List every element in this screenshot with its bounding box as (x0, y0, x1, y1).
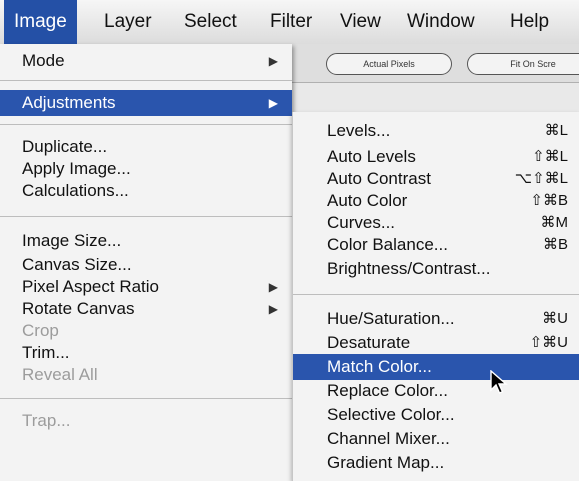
menu-item-desaturate[interactable]: Desaturate ⇧⌘U (293, 330, 579, 356)
shortcut-label: ⌘B (542, 236, 568, 253)
menu-item-gradient-map[interactable]: Gradient Map... (293, 450, 579, 476)
menu-item-label: Replace Color... (327, 381, 448, 400)
menu-help[interactable]: Help (510, 0, 549, 44)
menu-separator (0, 398, 292, 399)
menu-item-mode[interactable]: Mode ▶ (0, 48, 292, 74)
shortcut-label: ⌘U (542, 310, 568, 327)
menu-item-image-size[interactable]: Image Size... (0, 228, 292, 254)
menu-item-label: Levels... (327, 121, 391, 140)
menu-item-levels[interactable]: Levels... ⌘L (293, 118, 579, 144)
menu-item-label: Canvas Size... (22, 255, 132, 274)
mouse-pointer-icon (490, 370, 508, 394)
menu-item-selective-color[interactable]: Selective Color... (293, 402, 579, 428)
menu-item-label: Apply Image... (22, 159, 131, 178)
image-menu: Mode ▶ Adjustments ▶ Duplicate... Apply … (0, 44, 292, 481)
menu-item-label: Auto Contrast (327, 169, 431, 188)
menu-separator (0, 80, 292, 81)
menu-item-label: Selective Color... (327, 405, 455, 424)
menu-item-label: Rotate Canvas (22, 299, 135, 318)
menu-layer[interactable]: Layer (104, 0, 152, 44)
menu-select[interactable]: Select (184, 0, 237, 44)
shortcut-label: ⇧⌘U (529, 334, 568, 351)
fit-on-screen-button[interactable]: Fit On Scre (467, 53, 579, 75)
menu-item-label: Pixel Aspect Ratio (22, 277, 160, 296)
submenu-arrow-icon: ▶ (268, 96, 278, 110)
menu-item-channel-mixer[interactable]: Channel Mixer... (293, 426, 579, 452)
menu-item-adjustments[interactable]: Adjustments ▶ (0, 90, 292, 116)
menu-item-label: Crop (22, 321, 59, 340)
menu-item-label: Auto Levels (327, 147, 416, 166)
menu-item-label: Gradient Map... (327, 453, 445, 472)
menu-item-label: Mode (22, 51, 65, 70)
menu-item-hue-saturation[interactable]: Hue/Saturation... ⌘U (293, 306, 579, 332)
menu-item-label: Curves... (327, 213, 396, 232)
menu-view[interactable]: View (340, 0, 381, 44)
menu-separator (0, 124, 292, 125)
menu-item-label: Trim... (22, 343, 70, 362)
menu-item-brightness-contrast[interactable]: Brightness/Contrast... (293, 256, 579, 282)
menu-item-label: Trap... (22, 411, 71, 430)
adjustments-submenu: Levels... ⌘L Auto Levels ⇧⌘L Auto Contra… (292, 112, 579, 481)
menu-item-calculations[interactable]: Calculations... (0, 178, 292, 204)
menu-bar: Image Layer Select Filter View Window He… (0, 0, 579, 45)
menu-item-label: Color Balance... (327, 235, 448, 254)
submenu-arrow-icon: ▶ (268, 54, 278, 68)
menu-item-label: Desaturate (327, 333, 411, 352)
menu-filter[interactable]: Filter (270, 0, 312, 44)
menu-item-label: Hue/Saturation... (327, 309, 455, 328)
menu-window[interactable]: Window (407, 0, 475, 44)
menu-item-label: Adjustments (22, 93, 116, 112)
shortcut-label: ⌘L (544, 122, 568, 139)
menu-item-label: Channel Mixer... (327, 429, 450, 448)
menu-image[interactable]: Image (4, 0, 77, 44)
menu-item-reveal-all: Reveal All (0, 362, 292, 388)
menu-item-label: Reveal All (22, 365, 98, 384)
menu-item-label: Image Size... (22, 231, 122, 250)
menu-item-replace-color[interactable]: Replace Color... (293, 378, 579, 404)
menu-item-label: Match Color... (327, 357, 432, 376)
menu-item-label: Calculations... (22, 181, 129, 200)
menu-item-trap: Trap... (0, 408, 292, 434)
menu-item-match-color[interactable]: Match Color... (293, 354, 579, 380)
menu-separator (293, 294, 579, 295)
menu-separator (0, 216, 292, 217)
menu-item-label: Duplicate... (22, 137, 108, 156)
actual-pixels-button[interactable]: Actual Pixels (326, 53, 452, 75)
menu-item-label: Auto Color (327, 191, 408, 210)
menu-item-label: Brightness/Contrast... (327, 259, 491, 278)
menu-item-color-balance[interactable]: Color Balance... ⌘B (293, 232, 579, 258)
